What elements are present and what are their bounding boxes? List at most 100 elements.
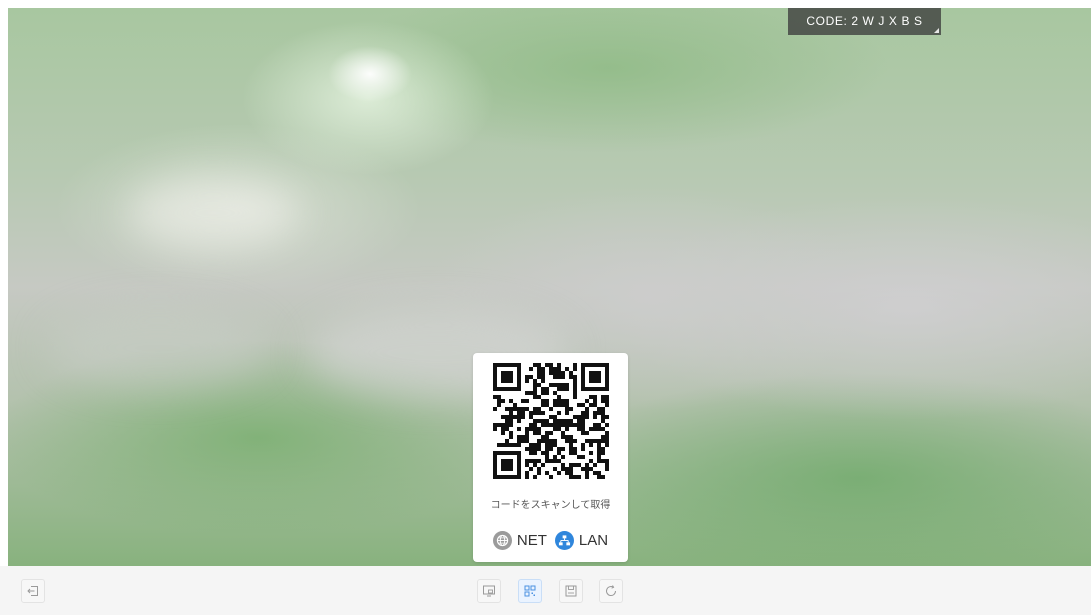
qr-module [589, 379, 593, 383]
qr-module [565, 383, 569, 387]
qr-module [529, 423, 533, 427]
qr-module [565, 407, 569, 411]
qr-module [573, 391, 577, 395]
qr-module [525, 435, 529, 439]
qr-module [493, 459, 497, 463]
qr-module [505, 375, 509, 379]
qr-module [549, 447, 553, 451]
qr-module [525, 463, 529, 467]
qr-module [553, 443, 557, 447]
qr-module [605, 383, 609, 387]
qr-module [525, 471, 529, 475]
qr-module [545, 435, 549, 439]
qr-module [537, 471, 541, 475]
qr-module [545, 447, 549, 451]
qr-module [573, 415, 577, 419]
qr-module [533, 431, 537, 435]
qr-module [521, 415, 525, 419]
qr-module [569, 467, 573, 471]
qr-module [601, 447, 605, 451]
qr-module [597, 471, 601, 475]
save-button[interactable] [559, 579, 583, 603]
qr-module [581, 403, 585, 407]
qr-module [533, 475, 537, 479]
qr-module [533, 463, 537, 467]
qr-module [517, 415, 521, 419]
qr-module [525, 439, 529, 443]
qr-module [509, 415, 513, 419]
network-option-net[interactable]: NET [491, 530, 549, 550]
qr-module [529, 459, 533, 463]
qr-module [509, 387, 513, 391]
qr-module [537, 363, 541, 367]
qr-module [517, 467, 521, 471]
qr-module [581, 411, 585, 415]
qr-module [545, 459, 549, 463]
qr-module [493, 407, 497, 411]
qr-module [553, 403, 557, 407]
qr-module [565, 399, 569, 403]
qr-code-button[interactable] [518, 579, 542, 603]
qr-module [553, 419, 557, 423]
save-icon [565, 585, 577, 597]
qr-module [553, 439, 557, 443]
qr-module [505, 427, 509, 431]
qr-module [545, 451, 549, 455]
qr-module [501, 379, 505, 383]
qr-module [533, 407, 537, 411]
qr-module [593, 387, 597, 391]
qr-module [573, 463, 577, 467]
qr-module [493, 379, 497, 383]
qr-module [541, 367, 545, 371]
qr-module [597, 459, 601, 463]
qr-module [561, 447, 565, 451]
qr-module [581, 423, 585, 427]
qr-module [529, 427, 533, 431]
qr-module [513, 475, 517, 479]
screen-share-icon [483, 585, 495, 597]
qr-module [549, 371, 553, 375]
exit-button[interactable] [21, 579, 45, 603]
qr-module [501, 363, 505, 367]
qr-module [605, 431, 609, 435]
qr-module [529, 447, 533, 451]
qr-module [545, 471, 549, 475]
qr-module [573, 423, 577, 427]
qr-module [549, 415, 553, 419]
qr-module [593, 379, 597, 383]
qr-module [569, 371, 573, 375]
qr-module [565, 471, 569, 475]
refresh-button[interactable] [599, 579, 623, 603]
qr-module [585, 407, 589, 411]
qr-module [597, 363, 601, 367]
qr-module [581, 415, 585, 419]
qr-module [517, 435, 521, 439]
screen-share-button[interactable] [477, 579, 501, 603]
qr-module [537, 407, 541, 411]
qr-module [561, 383, 565, 387]
network-option-lan[interactable]: LAN [553, 530, 610, 550]
qr-module [493, 475, 497, 479]
qr-module [517, 387, 521, 391]
qr-module [589, 375, 593, 379]
qr-module [541, 419, 545, 423]
qr-module [529, 391, 533, 395]
qr-module [509, 375, 513, 379]
qr-module [517, 443, 521, 447]
qr-module [557, 367, 561, 371]
qr-module [525, 375, 529, 379]
qr-module [517, 459, 521, 463]
qr-module [593, 403, 597, 407]
qr-module [561, 435, 565, 439]
qr-module [601, 407, 605, 411]
qr-module [529, 411, 533, 415]
qr-module [573, 387, 577, 391]
qr-code-icon [524, 585, 536, 597]
connection-code-badge: CODE: 2 W J X B S [788, 8, 941, 35]
qr-module [581, 387, 585, 391]
qr-module [517, 379, 521, 383]
qr-module [557, 447, 561, 451]
qr-module [581, 443, 585, 447]
qr-module [541, 423, 545, 427]
qr-module [533, 427, 537, 431]
